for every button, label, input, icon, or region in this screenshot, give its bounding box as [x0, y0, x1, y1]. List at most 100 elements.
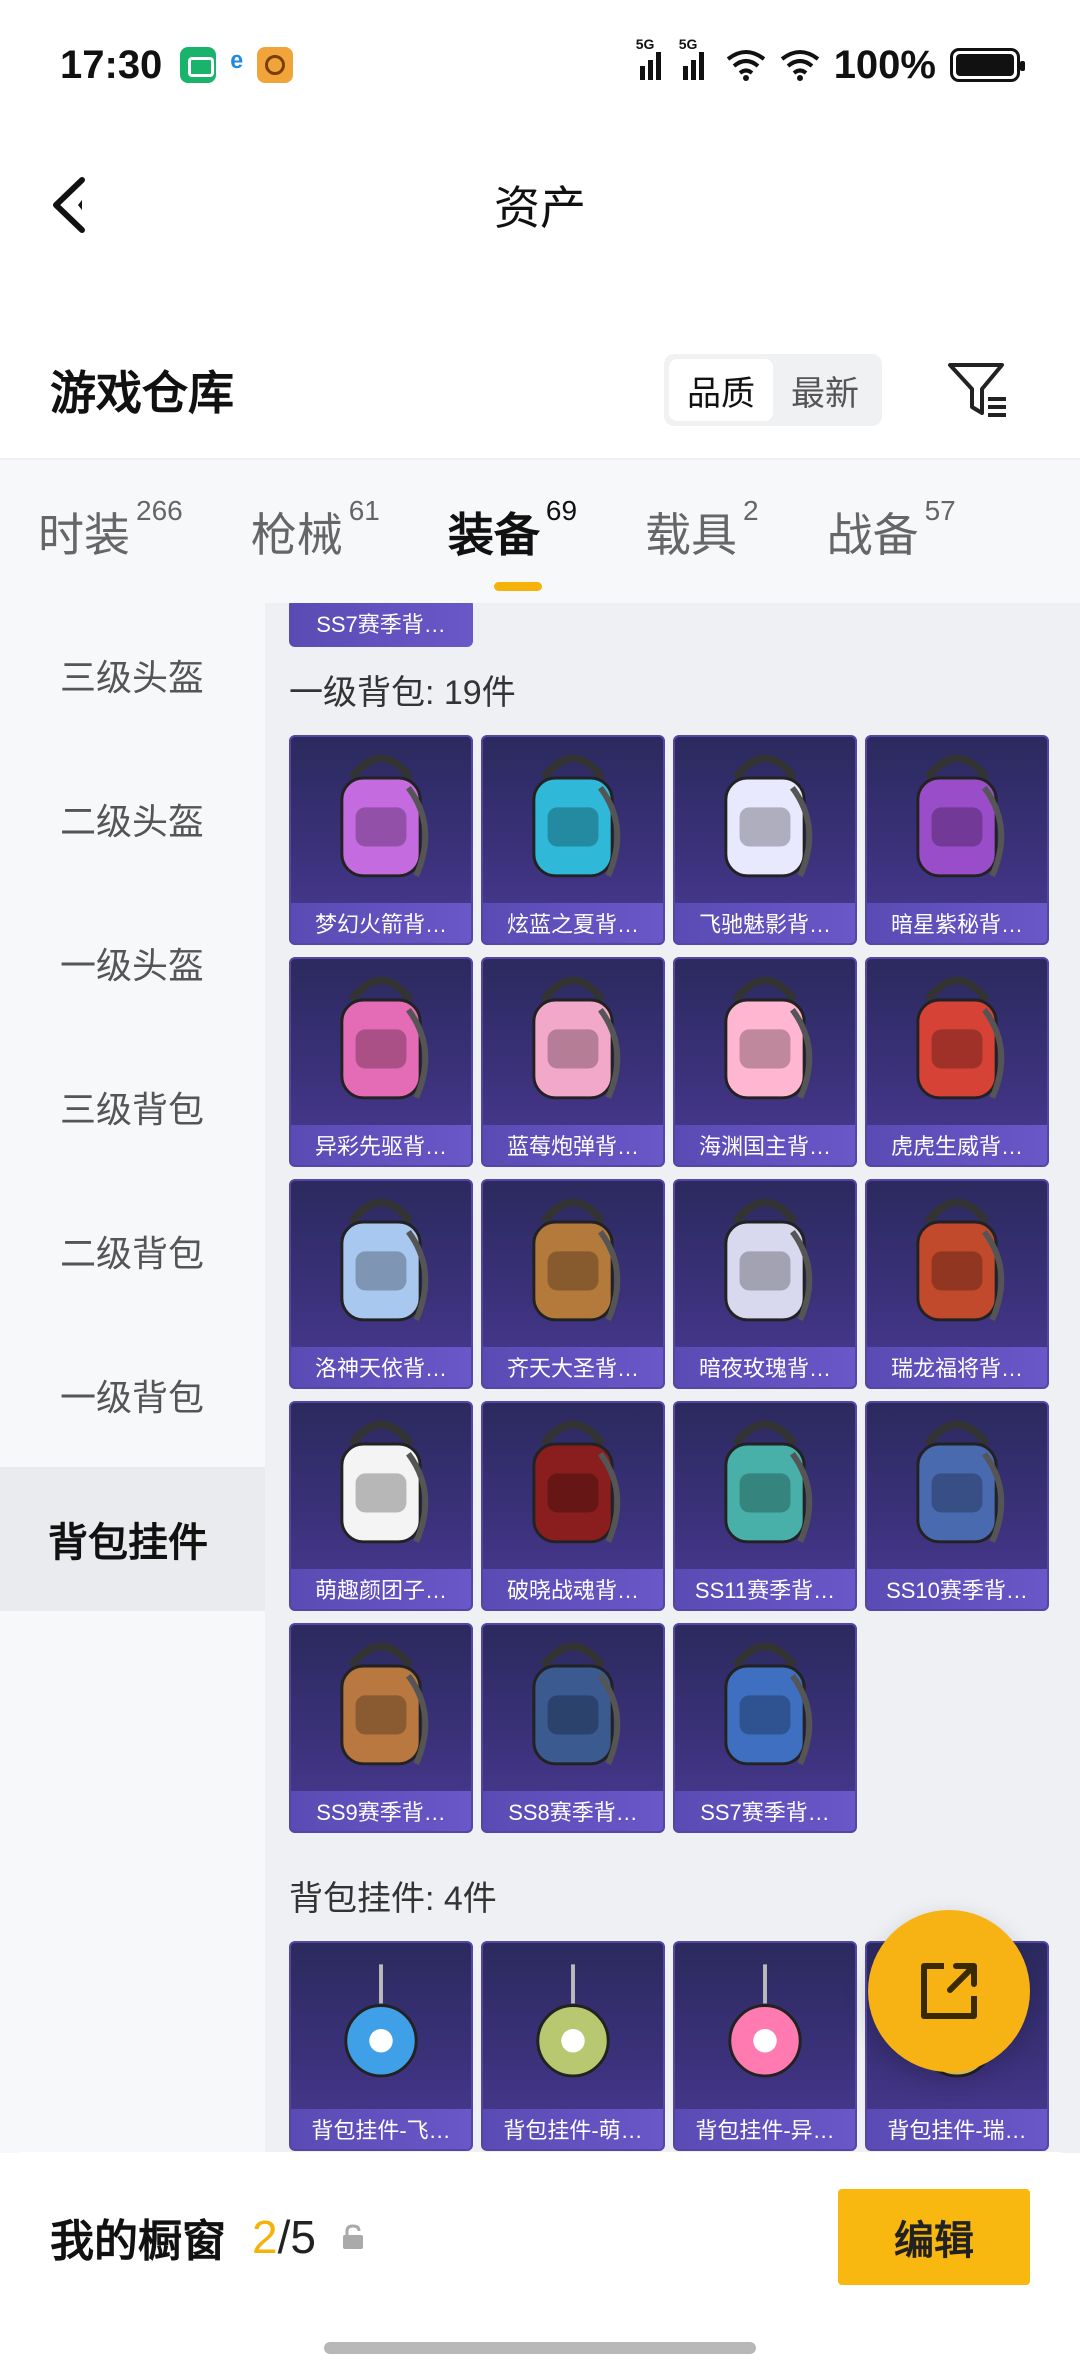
item-card[interactable]: 萌趣颜团子…: [289, 1401, 473, 1611]
item-card-label: 暗星紫秘背…: [867, 903, 1047, 943]
tab-weapons[interactable]: 枪械 61: [251, 495, 380, 565]
showcase-count-total: /5: [277, 2211, 316, 2263]
status-time: 17:30: [60, 42, 163, 87]
wifi-icon: [726, 50, 765, 81]
item-card-label: SS10赛季背…: [867, 1569, 1047, 1609]
tab-count: 57: [924, 494, 956, 526]
page-title: 资产: [494, 182, 586, 234]
edit-button[interactable]: 编辑: [838, 2189, 1030, 2285]
backpack-icon: [916, 1198, 1005, 1322]
item-card[interactable]: 虎虎生威背…: [865, 957, 1049, 1167]
tab-fashion[interactable]: 时装 266: [38, 495, 183, 565]
item-card-label: 蓝莓炮弹背…: [483, 1125, 663, 1165]
nav-bar: 资产: [0, 130, 1080, 280]
item-card[interactable]: SS11赛季背…: [673, 1401, 857, 1611]
lock-icon: [342, 2224, 363, 2249]
group-label: 一级背包: 19件: [289, 674, 516, 712]
item-card[interactable]: 蓝莓炮弹背…: [481, 957, 665, 1167]
item-card-label: 背包挂件-萌…: [483, 2109, 663, 2149]
status-bar: 17:30 ᵉ 5G 5G 100%: [0, 0, 1080, 130]
item-card[interactable]: SS7赛季背…: [673, 1623, 857, 1833]
filter-icon[interactable]: [942, 355, 1012, 425]
battery-icon: [950, 48, 1025, 82]
item-card-label: 异彩先驱背…: [291, 1125, 471, 1165]
share-button[interactable]: [868, 1910, 1030, 2072]
backpack-icon: [532, 1642, 621, 1766]
backpack-icon: [340, 754, 429, 878]
item-card-label: 破晓战魂背…: [483, 1569, 663, 1609]
sidebar-item-helmet-3[interactable]: 三级头盔: [0, 603, 265, 747]
item-card[interactable]: 洛神天依背…: [289, 1179, 473, 1389]
app-orange-icon: [257, 47, 294, 83]
item-card-label: SS9赛季背…: [291, 1791, 471, 1831]
backpack-icon: [724, 1198, 813, 1322]
sidebar-item-backpack-1[interactable]: 一级背包: [0, 1323, 265, 1467]
item-card[interactable]: 飞驰魅影背…: [673, 735, 857, 945]
tab-count: 266: [136, 494, 183, 526]
signal-tag: 5G: [635, 36, 655, 52]
sidebar-item-backpack-3[interactable]: 三级背包: [0, 1035, 265, 1179]
item-card[interactable]: 背包挂件-萌…: [481, 1941, 665, 2151]
backpack-icon: [916, 1420, 1005, 1544]
backpack-icon: [724, 1642, 813, 1766]
backpack-icon: [532, 1198, 621, 1322]
tab-label: 战备: [826, 508, 919, 561]
backpack-icon: [916, 754, 1005, 878]
item-card[interactable]: SS8赛季背…: [481, 1623, 665, 1833]
battery-percent: 100%: [833, 42, 936, 87]
item-card-label: SS7赛季背…: [675, 1791, 855, 1831]
item-card-label: 洛神天依背…: [291, 1347, 471, 1387]
item-card[interactable]: 暗星紫秘背…: [865, 735, 1049, 945]
item-card[interactable]: 异彩先驱背…: [289, 957, 473, 1167]
section-title: 游戏仓库: [50, 367, 234, 419]
item-card[interactable]: 梦幻火箭背…: [289, 735, 473, 945]
item-card-label: 齐天大圣背…: [483, 1347, 663, 1387]
sort-option-newest[interactable]: 最新: [773, 359, 877, 421]
item-card-label: 背包挂件-飞…: [291, 2109, 471, 2149]
item-card[interactable]: 暗夜玫瑰背…: [673, 1179, 857, 1389]
item-card[interactable]: 齐天大圣背…: [481, 1179, 665, 1389]
tab-count: 2: [743, 494, 759, 526]
item-card-label: 背包挂件-瑞…: [867, 2109, 1047, 2149]
item-card-label: 瑞龙福将背…: [867, 1347, 1047, 1387]
showcase-bar: 我的橱窗 2/5 编辑: [0, 2152, 1080, 2322]
wifi-icon: [780, 50, 819, 81]
tab-active-indicator: [493, 581, 542, 591]
tab-vehicles[interactable]: 载具 2: [645, 495, 759, 565]
sidebar-item-helmet-2[interactable]: 二级头盔: [0, 747, 265, 891]
sidebar-item-backpack-charm[interactable]: 背包挂件: [0, 1467, 265, 1611]
item-card-label: 飞驰魅影背…: [675, 903, 855, 943]
item-card[interactable]: 背包挂件-飞…: [289, 1941, 473, 2151]
chevron-left-icon[interactable]: [40, 170, 110, 240]
item-card[interactable]: 破晓战魂背…: [481, 1401, 665, 1611]
tab-supplies[interactable]: 战备 57: [826, 495, 956, 565]
item-card[interactable]: SS9赛季背…: [289, 1623, 473, 1833]
item-card-label: 萌趣颜团子…: [291, 1569, 471, 1609]
sidebar-item-helmet-1[interactable]: 一级头盔: [0, 891, 265, 1035]
share-external-icon: [921, 1963, 977, 2019]
item-card[interactable]: 背包挂件-异…: [673, 1941, 857, 2151]
signal-tag: 5G: [678, 36, 698, 52]
signal-icon: 5G: [679, 36, 712, 80]
section-header: 游戏仓库 品质 最新: [0, 330, 1080, 450]
item-card[interactable]: 海渊国主背…: [673, 957, 857, 1167]
showcase-count: 2/5: [252, 2210, 316, 2264]
charm-icon: [344, 1964, 418, 2078]
showcase-label: 我的橱窗: [50, 2217, 226, 2266]
item-card[interactable]: SS10赛季背…: [865, 1401, 1049, 1611]
item-card[interactable]: 瑞龙福将背…: [865, 1179, 1049, 1389]
item-card[interactable]: 炫蓝之夏背…: [481, 735, 665, 945]
sidebar-item-backpack-2[interactable]: 二级背包: [0, 1179, 265, 1323]
backpack-icon: [724, 1420, 813, 1544]
backpack-icon: [532, 1420, 621, 1544]
item-card-label: SS11赛季背…: [675, 1569, 855, 1609]
showcase-count-current: 2: [252, 2211, 278, 2263]
sort-option-quality[interactable]: 品质: [669, 359, 773, 421]
tab-equipment[interactable]: 装备 69: [448, 495, 577, 591]
backpack-icon: [532, 754, 621, 878]
charm-icon: [728, 1964, 802, 2078]
tab-count: 61: [348, 494, 380, 526]
tab-count: 69: [545, 494, 578, 526]
item-card-label[interactable]: SS7赛季背…: [289, 603, 473, 647]
home-indicator[interactable]: [324, 2342, 756, 2354]
